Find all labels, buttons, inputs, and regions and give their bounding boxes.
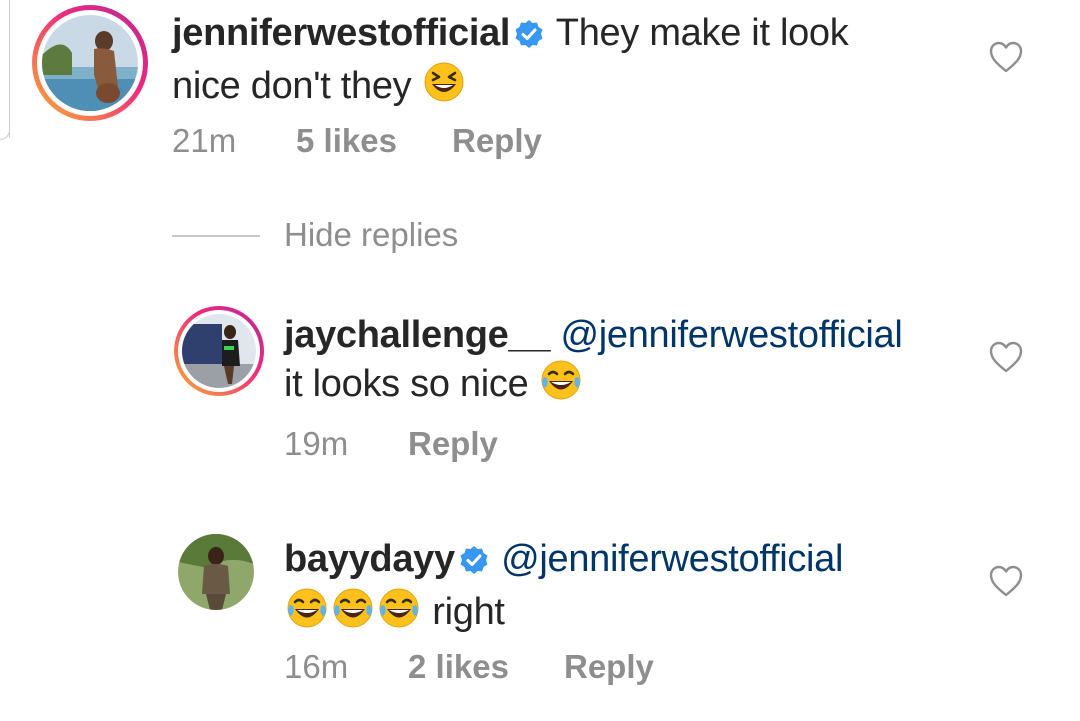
avatar-photo xyxy=(42,15,138,111)
reply-mention[interactable]: @jenniferwestofficial xyxy=(501,538,843,580)
comment-reply-button[interactable]: Reply xyxy=(452,122,542,160)
hide-replies-divider xyxy=(172,235,260,237)
comment-text-line1: They make it look xyxy=(555,12,849,54)
comment-likes[interactable]: 5 likes xyxy=(296,122,452,160)
heart-outline-icon[interactable] xyxy=(988,40,1024,74)
reply-username[interactable]: bayydayy xyxy=(284,538,455,580)
avatar-photo xyxy=(182,314,256,388)
comment-text-line2: nice don't they xyxy=(172,65,412,107)
left-panel-edge-curve xyxy=(0,128,10,140)
grinning-squinting-face-icon xyxy=(422,60,466,115)
reply-meta: 19m Reply xyxy=(284,425,498,463)
avatar-bayydayy[interactable] xyxy=(178,534,254,610)
verified-badge-icon xyxy=(459,540,489,586)
reply-mention[interactable]: @jenniferwestofficial xyxy=(560,314,902,356)
comment-username[interactable]: jenniferwestofficial xyxy=(172,12,511,54)
reply-reply-button[interactable]: Reply xyxy=(408,425,498,463)
verified-badge-icon xyxy=(514,14,544,60)
reply-meta: 16m 2 likes Reply xyxy=(284,648,654,686)
reply-time: 19m xyxy=(284,425,349,462)
reply-text: jaychallenge__ @jenniferwestofficial it … xyxy=(284,312,964,413)
face-with-tears-of-joy-icon xyxy=(376,586,422,641)
reply-text: bayydayy @jenniferwestofficial right xyxy=(284,536,964,641)
reply-likes[interactable]: 2 likes xyxy=(408,648,564,686)
avatar-jaychallenge[interactable] xyxy=(174,306,264,396)
comment-time: 21m xyxy=(172,122,237,159)
face-with-tears-of-joy-icon xyxy=(284,586,330,641)
reply-reply-button[interactable]: Reply xyxy=(564,648,654,686)
left-panel-edge xyxy=(9,0,10,138)
reply-username[interactable]: jaychallenge__ xyxy=(284,314,550,356)
comment-meta: 21m 5 likes Reply xyxy=(172,122,542,160)
heart-outline-icon[interactable] xyxy=(988,340,1024,374)
comment-text: jenniferwestofficial They make it look n… xyxy=(172,10,952,115)
face-with-tears-of-joy-icon xyxy=(330,586,376,641)
face-with-tears-of-joy-icon xyxy=(539,358,583,413)
avatar-jenniferwestofficial[interactable] xyxy=(32,5,148,121)
reply-time: 16m xyxy=(284,648,349,685)
reply-body: it looks so nice xyxy=(284,363,529,405)
hide-replies-button[interactable]: Hide replies xyxy=(284,216,458,254)
reply-body: right xyxy=(432,591,505,633)
heart-outline-icon[interactable] xyxy=(988,564,1024,598)
